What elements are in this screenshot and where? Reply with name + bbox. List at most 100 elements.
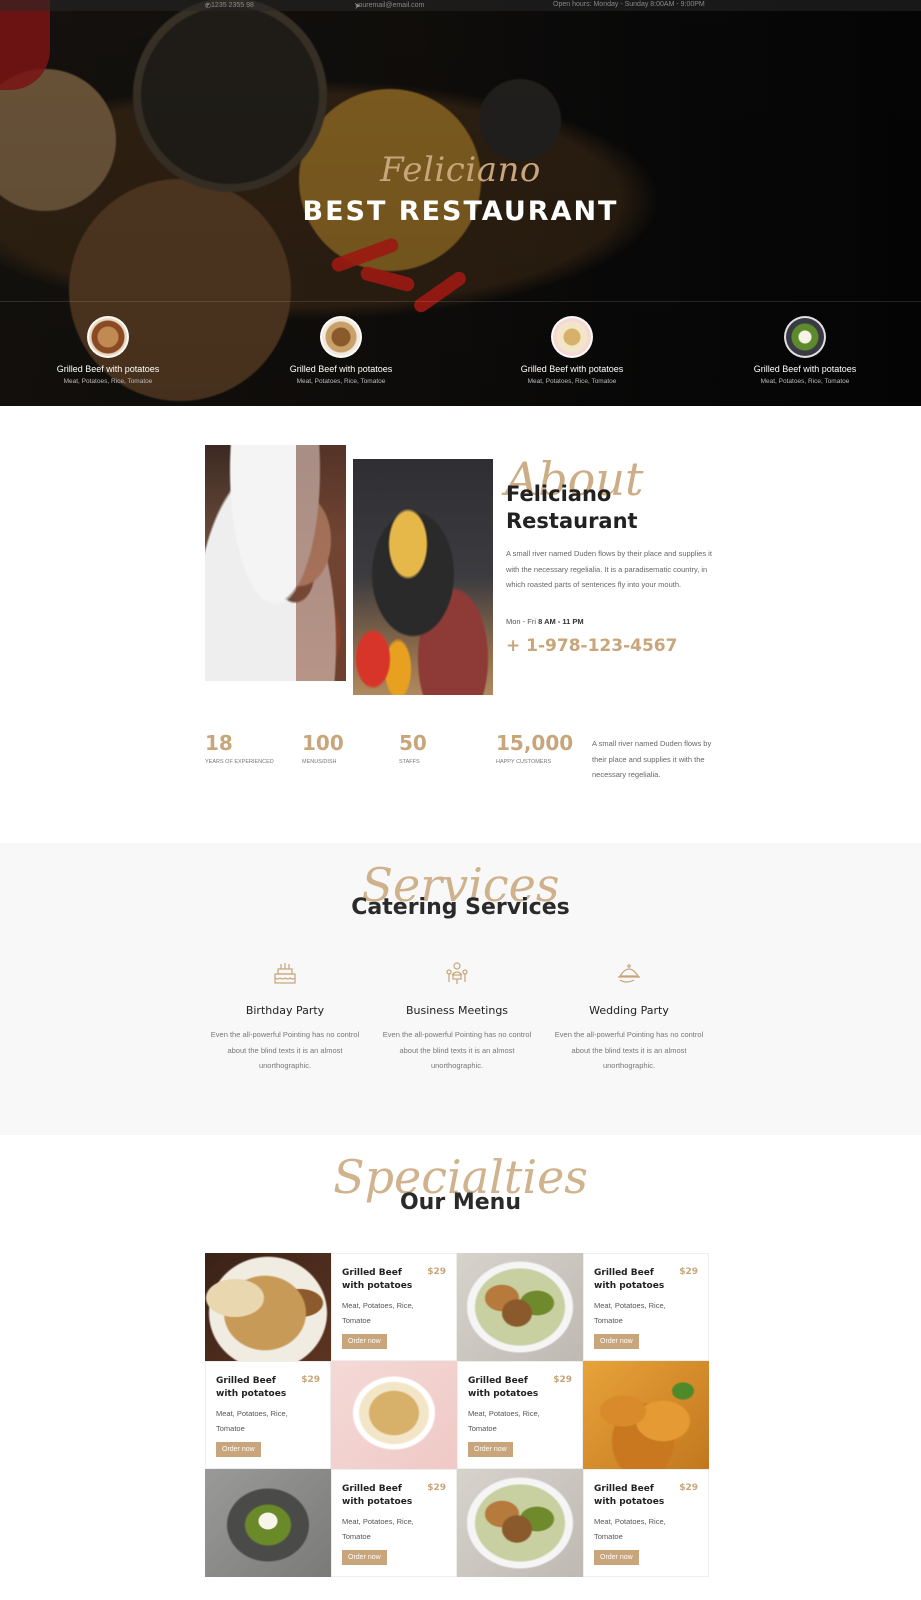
dish-ingredients: Meat, Potatoes, Rice, Tomatoe — [296, 378, 386, 385]
menu-item-image — [457, 1253, 583, 1361]
dish-thumbnail — [320, 316, 362, 358]
stat-value: 50 — [399, 731, 427, 755]
topbar-phone-text: + 1235 2355 98 — [205, 2, 254, 9]
hours-label: Mon - Fri — [506, 617, 536, 626]
order-now-button[interactable]: Order now — [342, 1550, 387, 1565]
menu-item-image — [457, 1469, 583, 1577]
stats-description: A small river named Duden flows by their… — [592, 739, 712, 779]
menu-item-price: $29 — [553, 1375, 572, 1385]
menu-item-ingredients: Meat, Potatoes, Rice, Tomatoe — [468, 1409, 540, 1433]
menu-item-card: Grilled Beef with potatoes $29 Meat, Pota… — [457, 1361, 583, 1469]
order-now-button[interactable]: Order now — [468, 1442, 513, 1457]
hours-value: 8 AM - 11 PM — [538, 617, 584, 626]
stat-label: Staffs — [399, 759, 420, 765]
menu-item-image — [205, 1253, 331, 1361]
menu-grid: Grilled Beef with potatoes $29 Meat, Pota… — [205, 1253, 709, 1578]
stat-label: Menus/Dish — [302, 759, 337, 765]
hero-title: BEST RESTAURANT — [302, 196, 619, 227]
dish-name: Grilled Beef with potatoes — [753, 364, 857, 374]
service-description: Even the all-powerful Pointing has no co… — [210, 1030, 360, 1070]
stat-years: 18 Years of Experienced — [205, 731, 274, 765]
menu-item-price: $29 — [301, 1375, 320, 1385]
order-now-button[interactable]: Order now — [216, 1442, 261, 1457]
dish-name: Grilled Beef with potatoes — [56, 364, 160, 374]
menu-item-image — [205, 1469, 331, 1577]
order-now-button[interactable]: Order now — [342, 1334, 387, 1349]
menu-item-price: $29 — [679, 1483, 698, 1493]
topbar-hours: Open hours: Monday - Sunday 8:00AM - 9:0… — [553, 1, 705, 8]
hero-decor — [411, 269, 469, 315]
about-title-line: Feliciano — [506, 482, 612, 506]
service-description: Even the all-powerful Pointing has no co… — [382, 1030, 532, 1070]
hero-decor — [0, 0, 50, 90]
about-title: Feliciano Restaurant — [506, 481, 726, 535]
topbar-email-text: youremail@email.com — [355, 2, 425, 9]
hero-divider — [0, 301, 921, 302]
dish-thumbnail — [87, 316, 129, 358]
stat-menus: 100 Menus/Dish — [302, 731, 344, 765]
menu-item-name: Grilled Beef with potatoes — [468, 1376, 539, 1399]
services-title: Catering Services — [351, 895, 570, 920]
menu-item-image — [583, 1361, 709, 1469]
birthday-cake-icon — [274, 963, 296, 984]
service-wedding: Wedding Party Even the all-powerful Poin… — [549, 960, 709, 1074]
menu-item-price: $29 — [427, 1483, 446, 1493]
order-now-button[interactable]: Order now — [594, 1334, 639, 1349]
menu-item-card: Grilled Beef with potatoes $29 Meat, Pota… — [583, 1253, 709, 1361]
hero-dish[interactable]: Grilled Beef with potatoes Meat, Potatoe… — [705, 316, 905, 385]
menu-item-ingredients: Meat, Potatoes, Rice, Tomatoe — [594, 1517, 666, 1541]
dish-ingredients: Meat, Potatoes, Rice, Tomatoe — [527, 378, 617, 385]
service-title: Birthday Party — [245, 1004, 325, 1017]
about-description: A small river named Duden flows by their… — [506, 549, 712, 589]
menu-title: Our Menu — [399, 1190, 521, 1215]
menu-item-card: Grilled Beef with potatoes $29 Meat, Pota… — [583, 1469, 709, 1577]
stat-staffs: 50 Staffs — [399, 731, 427, 765]
hero-dish[interactable]: Grilled Beef with potatoes Meat, Potatoe… — [472, 316, 672, 385]
stat-label: Years of Experienced — [205, 759, 274, 765]
menu-item-name: Grilled Beef with potatoes — [216, 1376, 287, 1399]
menu-item-ingredients: Meat, Potatoes, Rice, Tomatoe — [342, 1517, 414, 1541]
hero-dish[interactable]: Grilled Beef with potatoes Meat, Potatoe… — [241, 316, 441, 385]
stat-label: Happy Customers — [496, 759, 552, 765]
menu-item-name: Grilled Beef with potatoes — [342, 1268, 413, 1291]
chef-photo — [205, 445, 346, 681]
menu-item-card: Grilled Beef with potatoes $29 Meat, Pota… — [205, 1361, 331, 1469]
menu-item-price: $29 — [679, 1267, 698, 1277]
menu-item-ingredients: Meat, Potatoes, Rice, Tomatoe — [594, 1301, 666, 1325]
dish-thumbnail — [551, 316, 593, 358]
about-title-line: Restaurant — [506, 509, 638, 533]
service-title: Wedding Party — [589, 1004, 669, 1017]
stat-value: 15,000 — [496, 731, 574, 755]
hero-script-title: Feliciano — [380, 150, 541, 190]
dish-ingredients: Meat, Potatoes, Rice, Tomatoe — [63, 378, 153, 385]
cooking-photo — [353, 459, 493, 695]
about-phone[interactable]: + 1-978-123-4567 — [506, 636, 677, 656]
about-hours: Mon - Fri 8 AM - 11 PM — [506, 617, 584, 626]
menu-item-ingredients: Meat, Potatoes, Rice, Tomatoe — [342, 1301, 414, 1325]
stat-value: 18 — [205, 731, 233, 755]
dish-thumbnail — [784, 316, 826, 358]
menu-item-image — [331, 1361, 457, 1469]
menu-item-ingredients: Meat, Potatoes, Rice, Tomatoe — [216, 1409, 288, 1433]
top-bar: ✆ + 1235 2355 98 ➤ youremail@email.com Ope… — [0, 0, 921, 11]
stat-value: 100 — [302, 731, 344, 755]
dish-name: Grilled Beef with potatoes — [289, 364, 393, 374]
service-title: Business Meetings — [405, 1004, 509, 1017]
hero-dish[interactable]: Grilled Beef with potatoes Meat, Potatoe… — [8, 316, 208, 385]
service-description: Even the all-powerful Pointing has no co… — [554, 1030, 704, 1070]
menu-item-name: Grilled Beef with potatoes — [594, 1484, 665, 1507]
stat-customers: 15,000 Happy Customers — [496, 731, 573, 765]
serving-dish-icon — [618, 964, 640, 983]
service-meetings: Business Meetings Even the all-powerful … — [377, 960, 537, 1074]
menu-item-price: $29 — [427, 1267, 446, 1277]
menu-item-card: Grilled Beef with potatoes $29 Meat, Pota… — [331, 1469, 457, 1577]
dish-name: Grilled Beef with potatoes — [520, 364, 624, 374]
order-now-button[interactable]: Order now — [594, 1550, 639, 1565]
service-birthday: Birthday Party Even the all-powerful Poi… — [205, 960, 365, 1074]
hero-decor — [359, 265, 416, 293]
menu-item-name: Grilled Beef with potatoes — [594, 1268, 665, 1291]
dish-ingredients: Meat, Potatoes, Rice, Tomatoe — [760, 378, 850, 385]
menu-item-name: Grilled Beef with potatoes — [342, 1484, 413, 1507]
meeting-icon — [446, 962, 468, 984]
menu-item-card: Grilled Beef with potatoes $29 Meat, Pota… — [331, 1253, 457, 1361]
